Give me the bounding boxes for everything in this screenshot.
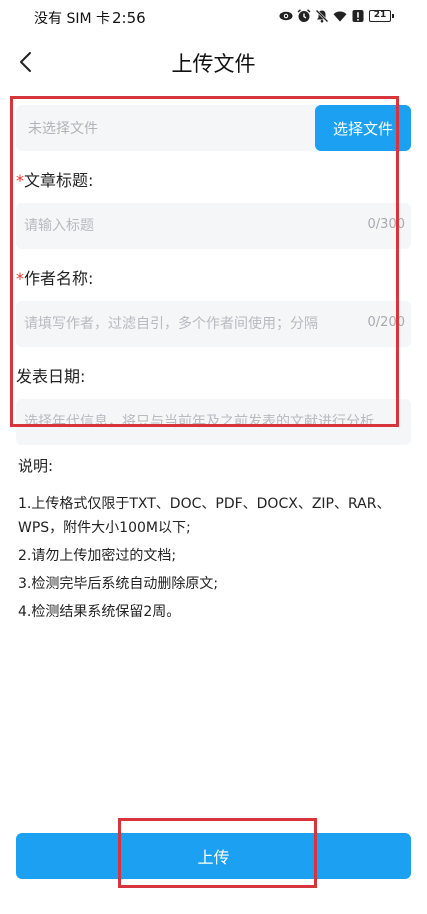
alert-icon <box>351 9 365 23</box>
upload-button[interactable]: 上传 <box>16 833 411 879</box>
alarm-icon <box>297 9 311 23</box>
file-placeholder: 未选择文件 <box>28 121 98 137</box>
required-mark: * <box>16 269 24 288</box>
header: 上传文件 <box>0 38 427 86</box>
author-input[interactable] <box>16 301 411 347</box>
notes-title: 说明: <box>18 457 54 475</box>
notes-item: 3.检测完毕后系统自动删除原文; <box>18 576 219 592</box>
author-input-box: 0/200 <box>16 301 411 347</box>
date-input[interactable] <box>16 399 411 445</box>
battery-icon: 21 <box>369 10 394 22</box>
title-label: *文章标题: <box>16 171 411 191</box>
author-label: *作者名称: <box>16 269 411 289</box>
notes-item: 4.检测结果系统保留2周。 <box>18 604 181 620</box>
title-label-text: 文章标题: <box>24 171 94 190</box>
file-select-row: 未选择文件 选择文件 <box>16 105 411 151</box>
author-counter: 0/200 <box>367 315 405 330</box>
date-label: 发表日期: <box>16 367 411 387</box>
status-left: 没有 SIM 卡 2:56 <box>34 8 146 28</box>
carrier-text: 没有 SIM 卡 <box>34 11 110 27</box>
date-input-box <box>16 399 411 445</box>
choose-file-button[interactable]: 选择文件 <box>315 105 411 151</box>
upload-form: 未选择文件 选择文件 *文章标题: 0/300 *作者名称: 0/200 发表日… <box>16 105 411 445</box>
wifi-icon <box>333 9 347 23</box>
page-title: 上传文件 <box>171 52 256 76</box>
date-label-text: 发表日期: <box>16 367 86 386</box>
author-label-text: 作者名称: <box>24 269 94 288</box>
title-input[interactable] <box>16 203 411 249</box>
notes-item: 2.请勿上传加密过的文档; <box>18 548 177 564</box>
title-counter: 0/300 <box>367 217 405 232</box>
status-time: 2:56 <box>112 9 146 27</box>
required-mark: * <box>16 171 24 190</box>
eye-icon <box>279 9 293 23</box>
title-input-box: 0/300 <box>16 203 411 249</box>
status-bar: 没有 SIM 卡 2:56 21 <box>0 0 427 34</box>
mute-icon <box>315 9 329 23</box>
notes-item: 1.上传格式仅限于TXT、DOC、PDF、DOCX、ZIP、RAR、WPS，附件… <box>18 496 391 536</box>
notes-section: 说明: 1.上传格式仅限于TXT、DOC、PDF、DOCX、ZIP、RAR、WP… <box>18 455 413 628</box>
status-icons: 21 <box>279 9 394 23</box>
